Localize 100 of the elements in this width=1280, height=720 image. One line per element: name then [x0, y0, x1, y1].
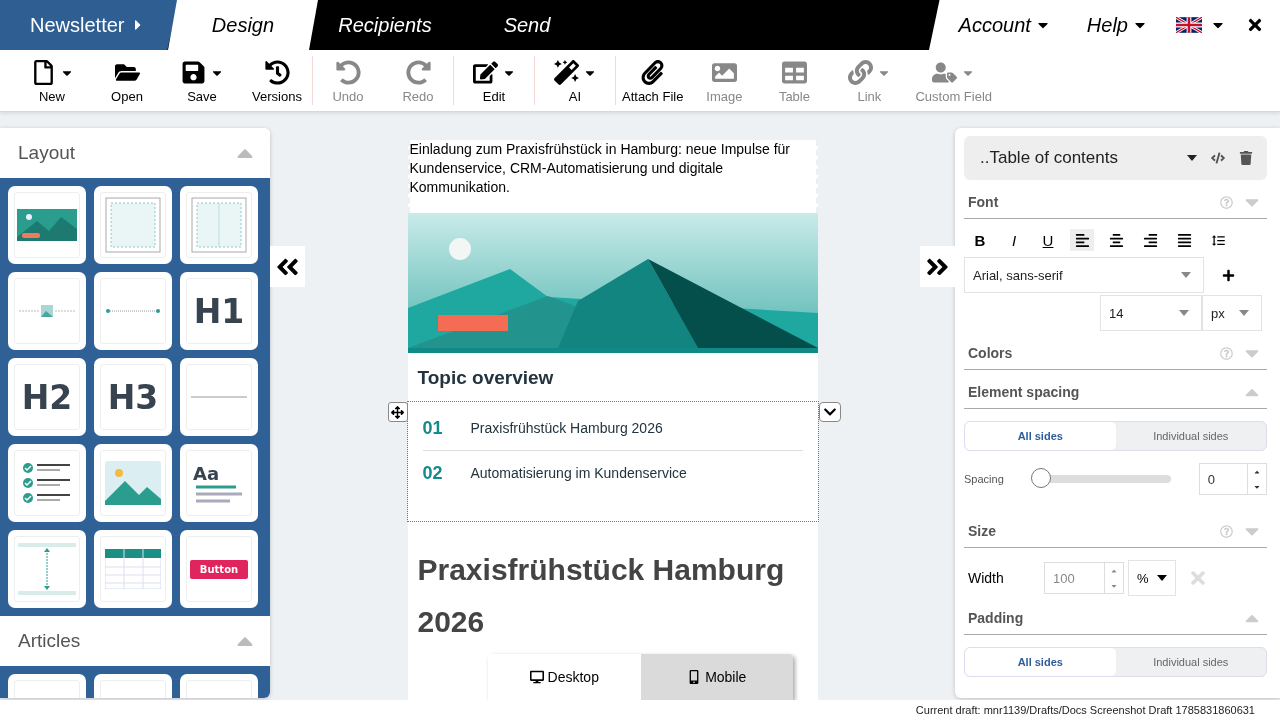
- block-tile[interactable]: [8, 530, 86, 608]
- block-tile[interactable]: [8, 444, 86, 522]
- close-icon: [1246, 16, 1264, 34]
- block-selector[interactable]: ..Table of contents: [964, 136, 1267, 180]
- justify-icon: [1176, 232, 1192, 248]
- section-title: Element spacing: [968, 384, 1080, 400]
- toolbar-button[interactable]: Save: [162, 56, 242, 105]
- mode-tab[interactable]: Individual sides: [1115, 648, 1266, 676]
- device-tab[interactable]: Mobile: [640, 654, 793, 700]
- trash-icon[interactable]: [1239, 151, 1253, 165]
- block-tile[interactable]: [8, 272, 86, 350]
- toolbar-button[interactable]: Edit: [454, 56, 534, 105]
- section-title: Padding: [968, 610, 1024, 626]
- text-lines-drawing: [196, 483, 242, 504]
- move-handle[interactable]: [387, 402, 408, 422]
- caret-icon: [1239, 310, 1249, 316]
- newsletter-title: Praxisfrühstück Hamburg 2026: [416, 552, 786, 640]
- caret-icon: [1181, 272, 1191, 278]
- image-icon: [711, 60, 737, 85]
- nav-menu[interactable]: Account: [940, 13, 1069, 37]
- block-tile[interactable]: [94, 272, 172, 350]
- format-button[interactable]: B: [968, 229, 992, 251]
- block-tile[interactable]: [94, 186, 172, 264]
- item-number: 02: [422, 462, 444, 484]
- caret-icon: [1187, 155, 1197, 161]
- mode-tab[interactable]: All sides: [965, 422, 1116, 450]
- history-icon: [264, 60, 290, 85]
- mode-tab[interactable]: All sides: [965, 648, 1116, 676]
- magic-wand-icon: [553, 60, 579, 85]
- flag-icon: [1176, 17, 1202, 33]
- format-button[interactable]: U: [1036, 229, 1060, 251]
- block-tile[interactable]: H3: [94, 358, 172, 436]
- undo-icon: [335, 60, 361, 85]
- slider-thumb[interactable]: [1031, 468, 1052, 488]
- font-family-select[interactable]: Arial, sans-serif: [964, 257, 1204, 293]
- image-divider-drawing: [19, 303, 75, 319]
- two-columns-drawing: [190, 196, 248, 254]
- link-icon: [847, 60, 873, 85]
- panel-section-header[interactable]: Articles: [0, 616, 270, 666]
- block-tile[interactable]: [8, 186, 86, 264]
- caret-icon: [1179, 310, 1189, 316]
- toolbar-button[interactable]: Versions: [242, 56, 312, 105]
- field-label: Width: [968, 570, 1005, 586]
- collapse-left-button[interactable]: [270, 246, 305, 287]
- button-preview: Button: [189, 559, 249, 579]
- newsletter-menu[interactable]: Newsletter: [0, 0, 178, 50]
- code-icon[interactable]: [1211, 151, 1225, 165]
- field-label: Spacing: [964, 473, 1005, 485]
- move-icon: [391, 405, 404, 419]
- image-banner-drawing: [17, 209, 77, 241]
- line-drawing: [191, 396, 247, 398]
- caret-icon: [1157, 575, 1167, 581]
- panel-section-header[interactable]: Layout: [0, 128, 270, 178]
- collapse-right-button[interactable]: [920, 246, 955, 287]
- add-icon[interactable]: [1222, 268, 1235, 282]
- block-tile[interactable]: Aa: [180, 444, 258, 522]
- font-size-select[interactable]: 14: [1100, 295, 1202, 331]
- block-tile[interactable]: H2: [8, 358, 86, 436]
- spacing-input[interactable]: 0: [1198, 463, 1267, 495]
- format-button[interactable]: [1070, 229, 1094, 251]
- step-tab[interactable]: Design: [168, 0, 318, 50]
- unit-select[interactable]: %: [1128, 560, 1176, 596]
- toolbar-button[interactable]: New: [12, 56, 92, 105]
- toc-link[interactable]: Automatisierung im Kundenservice: [470, 465, 687, 481]
- desktop-icon: [529, 670, 544, 684]
- block-tile[interactable]: [94, 444, 172, 522]
- toolbar-button[interactable]: Open: [92, 56, 162, 105]
- align-right-icon: [1142, 232, 1158, 248]
- landscape-image-drawing: [105, 461, 161, 505]
- unit-select[interactable]: px: [1202, 295, 1262, 331]
- dotted-divider-drawing: [105, 308, 161, 314]
- section-title: Colors: [968, 345, 1013, 361]
- spacer-drawing: [18, 541, 76, 597]
- block-tile[interactable]: H1: [180, 272, 258, 350]
- block-tile[interactable]: Button: [180, 530, 258, 608]
- toolbar-button[interactable]: Attach File: [616, 56, 690, 105]
- checklist-drawing: [22, 461, 72, 505]
- container-drawing: [104, 196, 162, 254]
- align-center-icon: [1108, 232, 1124, 248]
- status-bar: Current draft: mnr1139/Drafts/Docs Screenshot Draft 1785831860631: [0, 700, 1280, 720]
- block-tile[interactable]: [94, 530, 172, 608]
- format-button[interactable]: I: [1002, 229, 1026, 251]
- block-tile[interactable]: [180, 358, 258, 436]
- section-heading: Topic overview: [416, 366, 555, 390]
- section-title: Font: [968, 194, 999, 210]
- block-tile[interactable]: [180, 186, 258, 264]
- nav-menu[interactable]: Help: [1068, 13, 1166, 37]
- toolbar-button[interactable]: AI: [535, 56, 615, 105]
- user-tag-icon: [932, 60, 958, 85]
- block-menu-button[interactable]: [818, 402, 841, 422]
- mode-tab[interactable]: Individual sides: [1115, 422, 1266, 450]
- table-icon: [781, 60, 807, 85]
- table-drawing: [105, 549, 161, 589]
- align-left-icon: [1074, 232, 1090, 248]
- toc-link[interactable]: Praxisfrühstück Hamburg 2026: [470, 420, 663, 436]
- device-tab[interactable]: Desktop: [488, 654, 641, 700]
- paperclip-icon: [640, 60, 666, 85]
- redo-icon: [405, 60, 431, 85]
- item-number: 01: [422, 417, 444, 439]
- section-title: Size: [968, 523, 996, 539]
